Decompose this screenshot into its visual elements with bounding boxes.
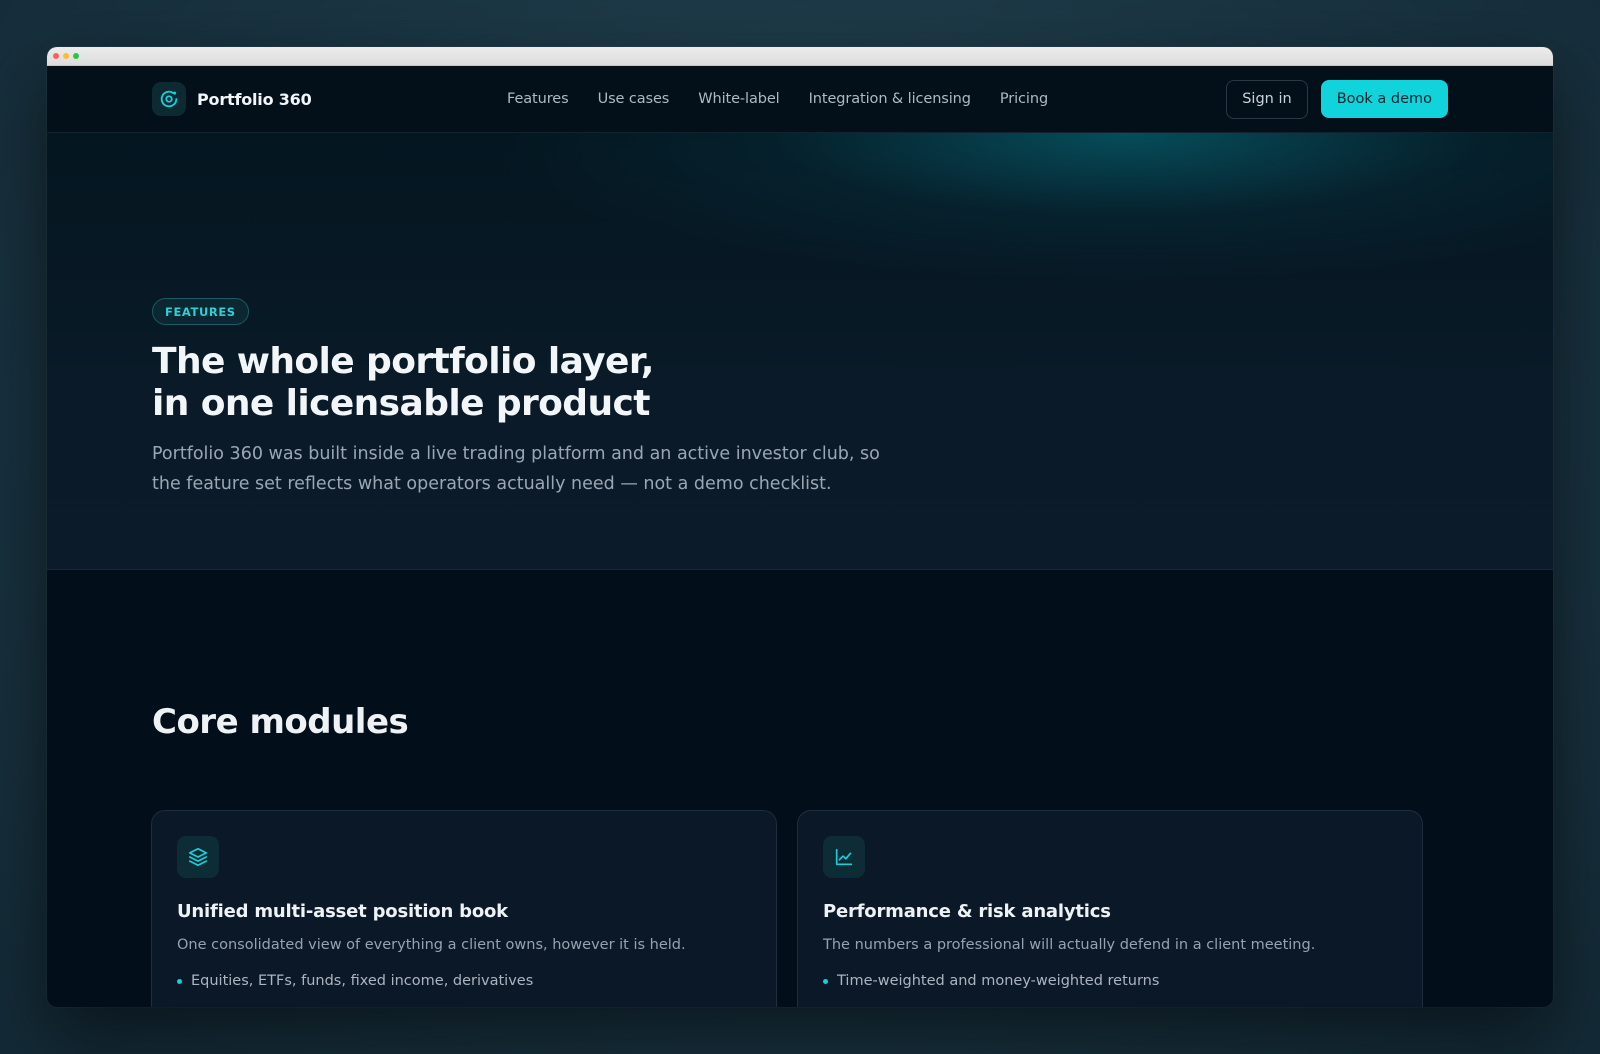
module-card-title: Unified multi-asset position book [177, 901, 508, 922]
hero-section: FEATURES The whole portfolio layer, in o… [47, 133, 1553, 570]
bullet-text: Equities, ETFs, funds, fixed income, der… [191, 973, 534, 989]
module-card-bullets: Equities, ETFs, funds, fixed income, der… [177, 973, 751, 989]
nav-link-white-label[interactable]: White-label [698, 91, 779, 107]
hero-title: The whole portfolio layer, in one licens… [152, 341, 852, 425]
nav-link-integration-licensing[interactable]: Integration & licensing [809, 91, 971, 107]
list-item: Equities, ETFs, funds, fixed income, der… [177, 973, 751, 989]
orbit-logo-icon [152, 82, 186, 116]
module-card-performance-risk: Performance & risk analytics The numbers… [797, 810, 1423, 1007]
bullet-text: Time-weighted and money-weighted returns [837, 973, 1160, 989]
sign-in-button[interactable]: Sign in [1226, 79, 1308, 119]
browser-window: Portfolio 360 Features Use cases White-l… [47, 47, 1553, 1007]
hero-title-line-1: The whole portfolio layer, [152, 341, 654, 382]
minimize-window-button[interactable] [63, 53, 69, 59]
nav-link-features[interactable]: Features [507, 91, 569, 107]
line-chart-icon [823, 836, 865, 878]
module-card-bullets: Time-weighted and money-weighted returns [823, 973, 1397, 989]
nav-link-use-cases[interactable]: Use cases [598, 91, 670, 107]
brand-home-link[interactable]: Portfolio 360 [152, 82, 312, 116]
brand-name: Portfolio 360 [197, 89, 312, 109]
layers-icon [177, 836, 219, 878]
core-modules-title: Core modules [152, 702, 409, 742]
top-navigation: Portfolio 360 Features Use cases White-l… [47, 66, 1553, 133]
module-card-position-book: Unified multi-asset position book One co… [151, 810, 777, 1007]
nav-actions: Sign in Book a demo [1226, 79, 1448, 119]
bullet-dot-icon [823, 978, 828, 984]
module-card-title: Performance & risk analytics [823, 901, 1111, 922]
features-tag: FEATURES [152, 298, 249, 325]
bullet-dot-icon [177, 978, 182, 984]
close-window-button[interactable] [53, 53, 59, 59]
hero-title-line-2: in one licensable product [152, 383, 650, 424]
module-card-description: One consolidated view of everything a cl… [177, 937, 686, 953]
nav-links: Features Use cases White-label Integrati… [507, 91, 1048, 107]
maximize-window-button[interactable] [73, 53, 79, 59]
hero-subtitle: Portfolio 360 was built inside a live tr… [152, 444, 880, 494]
window-titlebar [47, 47, 1553, 66]
book-demo-button[interactable]: Book a demo [1320, 80, 1448, 118]
module-card-description: The numbers a professional will actually… [823, 937, 1316, 953]
nav-link-pricing[interactable]: Pricing [1000, 91, 1048, 107]
list-item: Time-weighted and money-weighted returns [823, 973, 1397, 989]
